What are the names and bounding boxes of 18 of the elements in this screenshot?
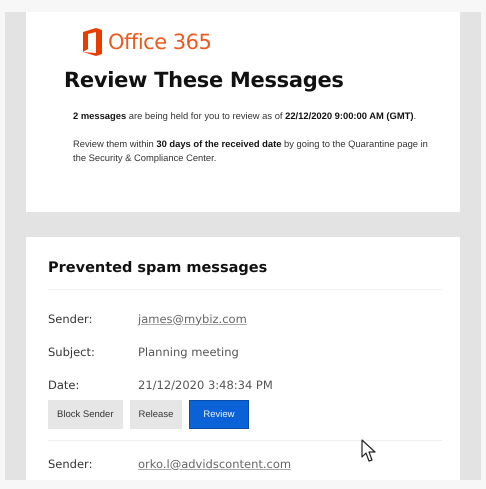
field-label: Subject: bbox=[48, 344, 96, 358]
office-logo-icon bbox=[83, 28, 102, 56]
heading: Review These Messages bbox=[64, 68, 345, 92]
field-value: Planning meeting bbox=[138, 344, 240, 358]
logo-text: Office 365 bbox=[108, 30, 212, 54]
field-label: Date: bbox=[48, 378, 80, 392]
field-label: Sender: bbox=[48, 456, 94, 470]
action-button[interactable]: Block Sender bbox=[48, 400, 123, 429]
paragraph: Review them within 30 days of the received date by going to the Quarantine page in the Security & Compliance Center. bbox=[73, 137, 429, 165]
field-value: 21/12/2020 3:48:34 PM bbox=[138, 378, 274, 392]
sender-link[interactable]: james@mybiz.com bbox=[138, 312, 247, 326]
action-button[interactable]: Review bbox=[189, 400, 249, 429]
section-title: Prevented spam messages bbox=[48, 260, 442, 290]
action-button[interactable]: Release bbox=[130, 400, 182, 429]
paragraph: 2 messages are being held for you to review as of 22/12/2020 9:00:00 AM (GMT). bbox=[73, 109, 418, 123]
field-label: Sender: bbox=[48, 312, 94, 326]
sender-link[interactable]: orko.l@advidscontent.com bbox=[138, 456, 292, 470]
cursor-icon bbox=[361, 439, 376, 463]
